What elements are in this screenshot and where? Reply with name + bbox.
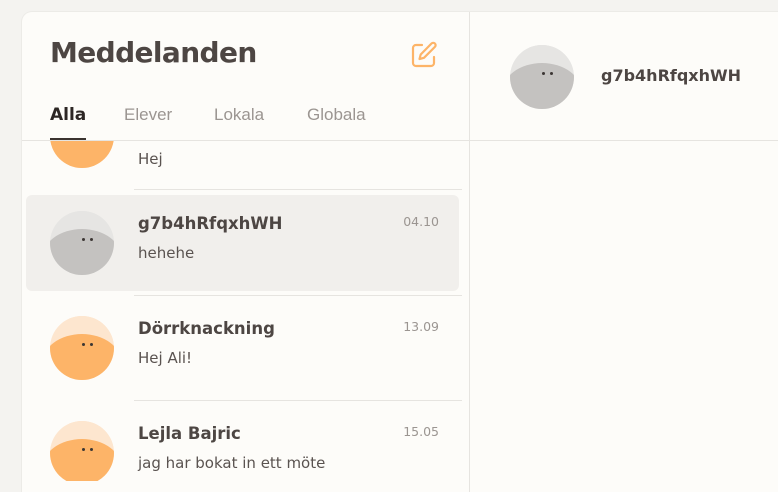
- avatar: [50, 211, 114, 275]
- conversation-name: Lejla Bajric: [138, 424, 241, 443]
- conversation-item[interactable]: g7b4hRfqxhWH hehehe 04.10: [26, 195, 459, 291]
- conversation-time: 04.10: [403, 214, 439, 229]
- chat-contact-name: g7b4hRfqxhWH: [601, 66, 742, 85]
- conversation-preview: jag har bokat in ett möte: [138, 454, 326, 472]
- avatar[interactable]: [510, 45, 574, 109]
- conversation-time: 15.05: [403, 424, 439, 439]
- conversation-item[interactable]: Hej: [26, 141, 459, 183]
- conversation-preview: hehehe: [138, 244, 195, 262]
- edit-icon[interactable]: [408, 39, 440, 71]
- tab-globala[interactable]: Globala: [307, 105, 366, 125]
- avatar: [50, 316, 114, 380]
- tab-alla[interactable]: Alla: [50, 105, 87, 140]
- conversation-item[interactable]: Dörrknackning Hej Ali! 13.09: [26, 301, 459, 397]
- list-divider: [134, 189, 462, 190]
- conversation-name: g7b4hRfqxhWH: [138, 214, 283, 233]
- conversation-preview: Hej Ali!: [138, 349, 193, 367]
- list-divider: [134, 295, 462, 296]
- tab-elever[interactable]: Elever: [124, 105, 172, 125]
- conversation-item[interactable]: Lejla Bajric jag har bokat in ett möte 1…: [26, 406, 459, 481]
- conversation-name: Dörrknackning: [138, 319, 275, 338]
- conversation-time: 13.09: [403, 319, 439, 334]
- avatar: [50, 141, 114, 168]
- messages-panel: Meddelanden Alla Elever Lokala Globala H…: [22, 12, 778, 492]
- chat-header: g7b4hRfqxhWH: [470, 12, 778, 140]
- header-divider: [22, 140, 778, 141]
- conversation-preview: Hej: [138, 150, 163, 168]
- conversation-sidebar: Meddelanden Alla Elever Lokala Globala H…: [22, 12, 470, 492]
- conversation-list: Hej g7b4hRfqxhWH hehehe 04.10 Dörrknackn…: [22, 141, 469, 481]
- page-title: Meddelanden: [50, 36, 257, 69]
- avatar: [50, 421, 114, 481]
- tab-lokala[interactable]: Lokala: [214, 105, 264, 125]
- list-divider: [134, 400, 462, 401]
